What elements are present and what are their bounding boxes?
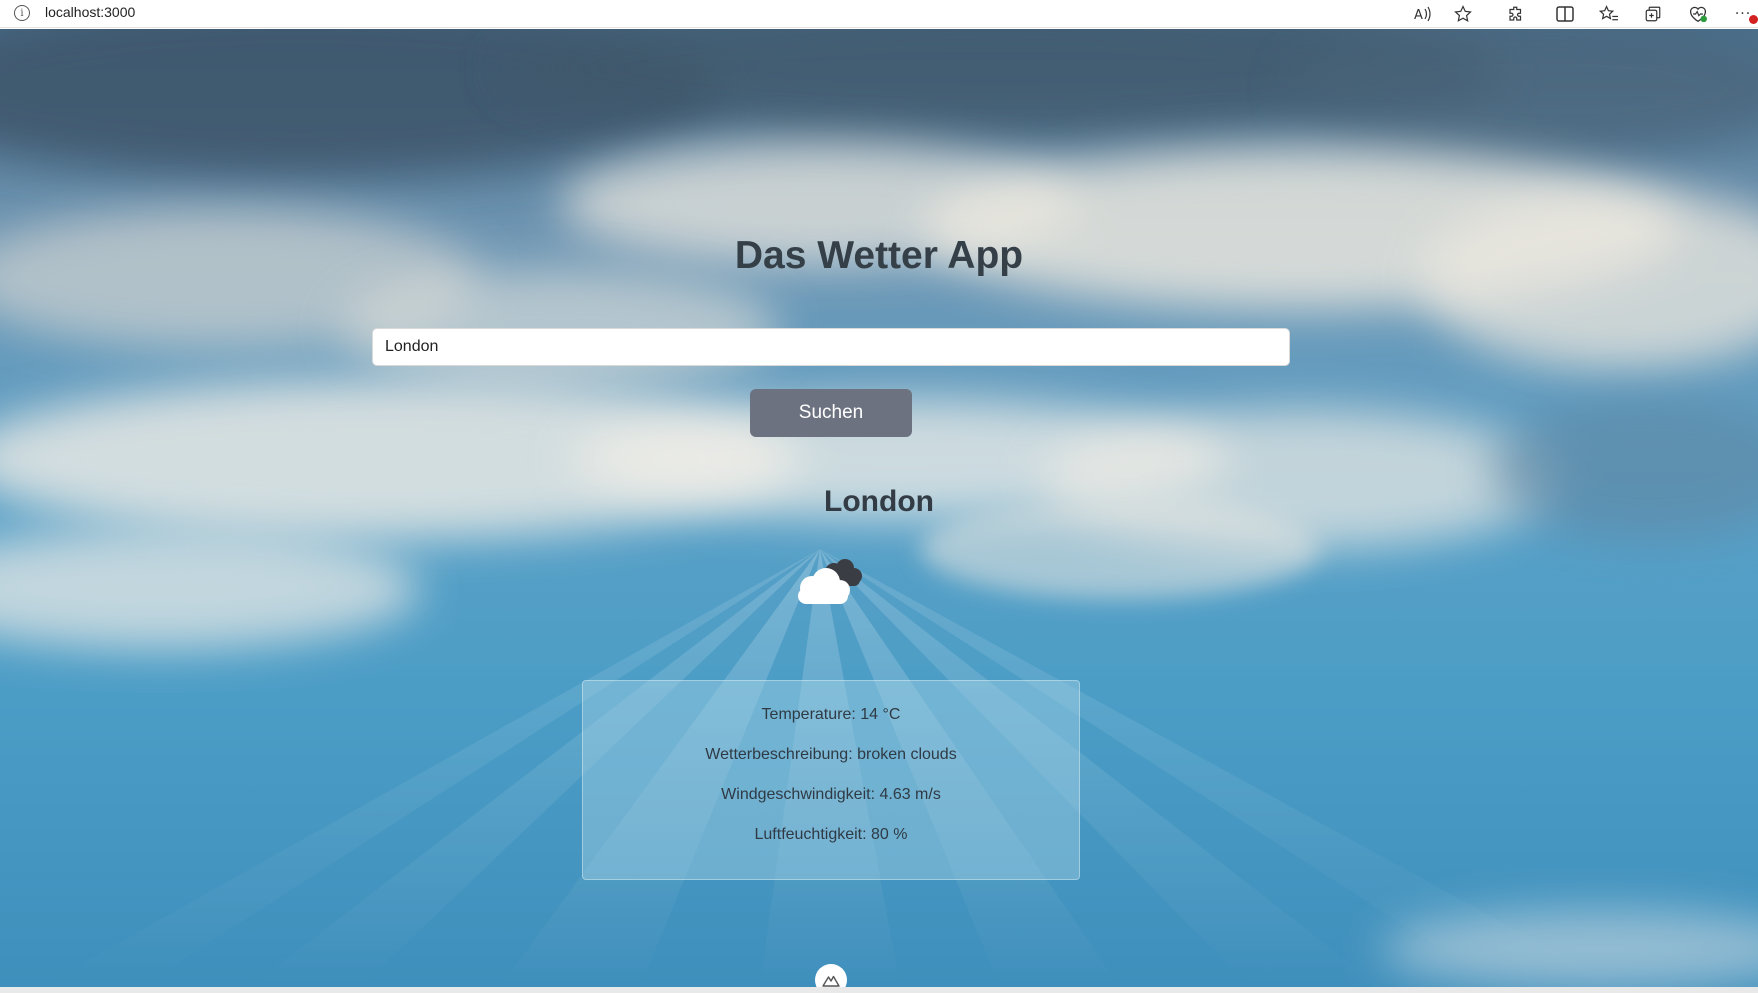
city-name: London [824, 485, 934, 518]
read-aloud-icon[interactable]: A [1412, 3, 1434, 25]
broken-clouds-icon [790, 556, 868, 608]
app-title: Das Wetter App [734, 234, 1024, 277]
window-bottom-edge [0, 987, 1758, 993]
browser-toolbar: i localhost:3000 A ··· [0, 0, 1758, 28]
weather-details-card: Temperature: 14 °C Wetterbeschreibung: b… [582, 680, 1080, 880]
browser-essentials-icon[interactable] [1687, 3, 1709, 25]
more-menu-icon[interactable]: ··· [1730, 3, 1758, 25]
description-text: Wetterbeschreibung: broken clouds [705, 746, 957, 763]
weather-app: Das Wetter App Suchen London [0, 29, 1758, 987]
nuxt-devtools-button[interactable] [815, 964, 847, 987]
extensions-icon[interactable] [1505, 3, 1527, 25]
favorites-list-icon[interactable] [1598, 3, 1620, 25]
humidity-text: Luftfeuchtigkeit: 80 % [754, 826, 908, 843]
search-button[interactable]: Suchen [750, 389, 912, 437]
address-bar[interactable]: localhost:3000 [45, 4, 135, 20]
split-screen-icon[interactable] [1554, 3, 1576, 25]
wind-speed-text: Windgeschwindigkeit: 4.63 m/s [721, 786, 941, 803]
site-info-icon[interactable]: i [14, 5, 30, 21]
collections-icon[interactable] [1642, 3, 1664, 25]
svg-text:A: A [1414, 8, 1423, 22]
page-viewport: Das Wetter App Suchen London [0, 29, 1758, 987]
city-search-input[interactable] [372, 328, 1290, 366]
notification-badge [1749, 15, 1758, 24]
temperature-text: Temperature: 14 °C [761, 706, 901, 723]
favorite-star-icon[interactable] [1452, 3, 1474, 25]
mountain-logo-icon [822, 975, 840, 987]
